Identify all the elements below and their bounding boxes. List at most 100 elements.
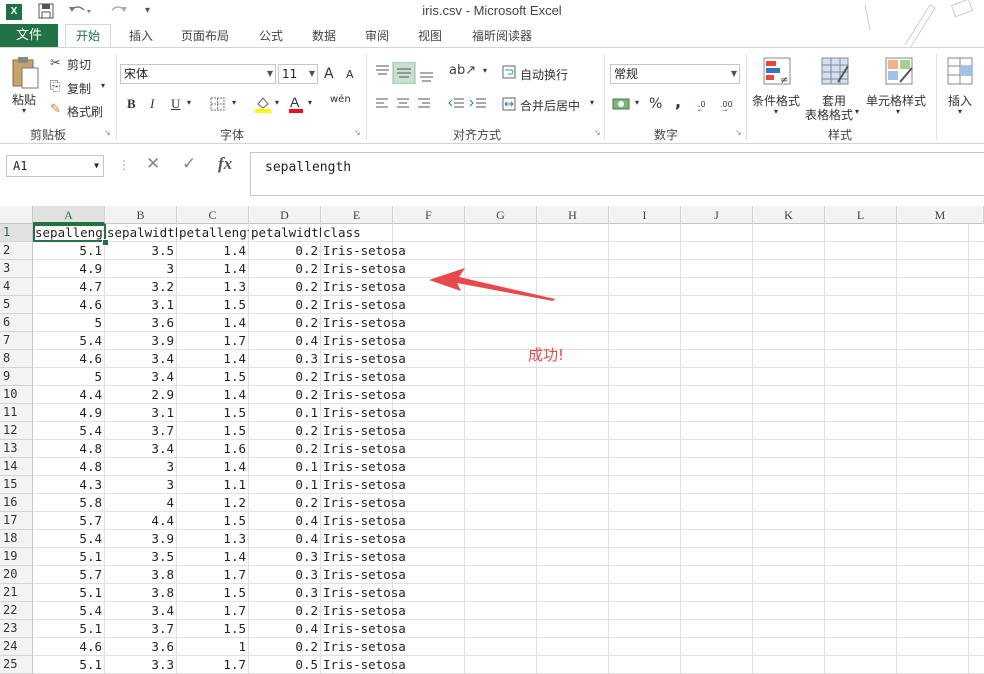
copy-button[interactable]: 复制 xyxy=(67,80,91,97)
formula-bar-handle-icon[interactable]: ⋮ xyxy=(118,158,130,172)
table-cell[interactable]: 1.7 xyxy=(177,602,249,620)
column-title-cell[interactable]: petalwidth xyxy=(249,224,321,242)
row-header[interactable]: 5 xyxy=(0,296,33,314)
row-header[interactable]: 9 xyxy=(0,368,33,386)
table-cell[interactable]: Iris-setosa xyxy=(321,566,465,584)
formula-input[interactable]: sepallength xyxy=(250,152,984,196)
row-header[interactable]: 7 xyxy=(0,332,33,350)
table-cell[interactable]: 4.4 xyxy=(33,386,105,404)
tab-formulas[interactable]: 公式 xyxy=(250,24,292,48)
row-header[interactable]: 11 xyxy=(0,404,33,422)
number-format-select[interactable]: 常规 ▼ xyxy=(610,64,740,84)
table-cell[interactable]: 1.7 xyxy=(177,566,249,584)
fill-color-icon[interactable] xyxy=(254,95,272,113)
table-cell[interactable]: 0.1 xyxy=(249,476,321,494)
merge-dropdown-icon[interactable]: ▾ xyxy=(590,98,594,107)
table-cell[interactable]: 1.3 xyxy=(177,278,249,296)
row-header[interactable]: 17 xyxy=(0,512,33,530)
row-header[interactable]: 3 xyxy=(0,260,33,278)
table-cell[interactable]: 3.6 xyxy=(105,314,177,332)
table-cell[interactable]: 3.3 xyxy=(105,656,177,674)
table-cell[interactable]: 4.9 xyxy=(33,404,105,422)
vertical-align-icons[interactable] xyxy=(374,62,442,84)
row-header[interactable]: 4 xyxy=(0,278,33,296)
copy-dropdown-icon[interactable]: ▾ xyxy=(101,81,105,90)
tab-home[interactable]: 开始 xyxy=(65,24,111,48)
table-cell[interactable]: Iris-setosa xyxy=(321,512,465,530)
name-box[interactable]: A1 ▼ xyxy=(6,155,104,177)
row-header[interactable]: 18 xyxy=(0,530,33,548)
column-header-a[interactable]: A xyxy=(33,206,105,224)
table-cell[interactable]: Iris-setosa xyxy=(321,638,465,656)
table-cell[interactable]: Iris-setosa xyxy=(321,458,465,476)
table-cell[interactable]: 1.2 xyxy=(177,494,249,512)
row-header[interactable]: 2 xyxy=(0,242,33,260)
table-cell[interactable]: 1.4 xyxy=(177,350,249,368)
row-header[interactable]: 19 xyxy=(0,548,33,566)
column-header-k[interactable]: K xyxy=(753,206,825,224)
table-cell[interactable]: 3.6 xyxy=(105,638,177,656)
table-cell[interactable]: 0.4 xyxy=(249,332,321,350)
table-cell[interactable]: 3.9 xyxy=(105,332,177,350)
row-header[interactable]: 1 xyxy=(0,224,33,242)
table-cell[interactable]: 5.1 xyxy=(33,620,105,638)
table-cell[interactable]: 3.4 xyxy=(105,368,177,386)
table-cell[interactable]: Iris-setosa xyxy=(321,656,465,674)
table-cell[interactable]: 3.8 xyxy=(105,584,177,602)
font-size-select[interactable]: 11 ▼ xyxy=(278,64,318,84)
borders-dropdown-icon[interactable]: ▾ xyxy=(232,98,236,107)
tab-file[interactable]: 文件 xyxy=(0,24,58,48)
table-cell[interactable]: 2.9 xyxy=(105,386,177,404)
column-header-g[interactable]: G xyxy=(465,206,537,224)
table-cell[interactable]: 1.5 xyxy=(177,584,249,602)
table-cell[interactable]: 3.4 xyxy=(105,440,177,458)
row-header[interactable]: 8 xyxy=(0,350,33,368)
column-header-h[interactable]: H xyxy=(537,206,609,224)
tab-review[interactable]: 审阅 xyxy=(356,24,398,48)
table-cell[interactable]: 5.7 xyxy=(33,566,105,584)
table-cell[interactable]: 5.4 xyxy=(33,422,105,440)
table-cell[interactable]: 4.6 xyxy=(33,350,105,368)
table-cell[interactable]: 1.5 xyxy=(177,404,249,422)
table-cell[interactable]: 3 xyxy=(105,476,177,494)
table-cell[interactable]: 4.9 xyxy=(33,260,105,278)
row-header[interactable]: 21 xyxy=(0,584,33,602)
table-cell[interactable]: 3.4 xyxy=(105,602,177,620)
column-header-e[interactable]: E xyxy=(321,206,393,224)
table-cell[interactable]: Iris-setosa xyxy=(321,332,465,350)
row-header[interactable]: 14 xyxy=(0,458,33,476)
table-cell[interactable]: 5.1 xyxy=(33,656,105,674)
table-cell[interactable]: 1.5 xyxy=(177,620,249,638)
table-cell[interactable]: Iris-setosa xyxy=(321,386,465,404)
row-header[interactable]: 20 xyxy=(0,566,33,584)
row-header[interactable]: 23 xyxy=(0,620,33,638)
table-cell[interactable]: 0.3 xyxy=(249,350,321,368)
table-cell[interactable]: 1.4 xyxy=(177,242,249,260)
column-title-cell[interactable]: class xyxy=(321,224,465,242)
accounting-format-icon[interactable] xyxy=(612,96,632,112)
clipboard-launcher-icon[interactable]: ↘ xyxy=(104,128,111,137)
table-cell[interactable]: 4.6 xyxy=(33,296,105,314)
table-cell[interactable]: 3 xyxy=(105,260,177,278)
tab-foxit-reader[interactable]: 福昕阅读器 xyxy=(463,24,541,48)
tab-view[interactable]: 视图 xyxy=(409,24,451,48)
table-cell[interactable]: 3.7 xyxy=(105,620,177,638)
table-cell[interactable]: 5.7 xyxy=(33,512,105,530)
table-cell[interactable]: 0.2 xyxy=(249,422,321,440)
table-cell[interactable]: 4.6 xyxy=(33,638,105,656)
table-cell[interactable]: 0.2 xyxy=(249,602,321,620)
table-cell[interactable]: Iris-setosa xyxy=(321,440,465,458)
table-cell[interactable]: 4.3 xyxy=(33,476,105,494)
table-cell[interactable]: 5 xyxy=(33,314,105,332)
font-launcher-icon[interactable]: ↘ xyxy=(354,128,361,137)
table-cell[interactable]: Iris-setosa xyxy=(321,242,465,260)
column-header-c[interactable]: C xyxy=(177,206,249,224)
merge-center-button[interactable]: 合并后居中 xyxy=(520,97,580,114)
table-cell[interactable]: 4.7 xyxy=(33,278,105,296)
table-cell[interactable]: 5.1 xyxy=(33,548,105,566)
column-header-d[interactable]: D xyxy=(249,206,321,224)
font-name-select[interactable]: 宋体 ▼ xyxy=(120,64,276,84)
decimal-icons[interactable]: .0←.00→ xyxy=(698,96,742,112)
table-cell[interactable]: Iris-setosa xyxy=(321,350,465,368)
row-header[interactable]: 10 xyxy=(0,386,33,404)
